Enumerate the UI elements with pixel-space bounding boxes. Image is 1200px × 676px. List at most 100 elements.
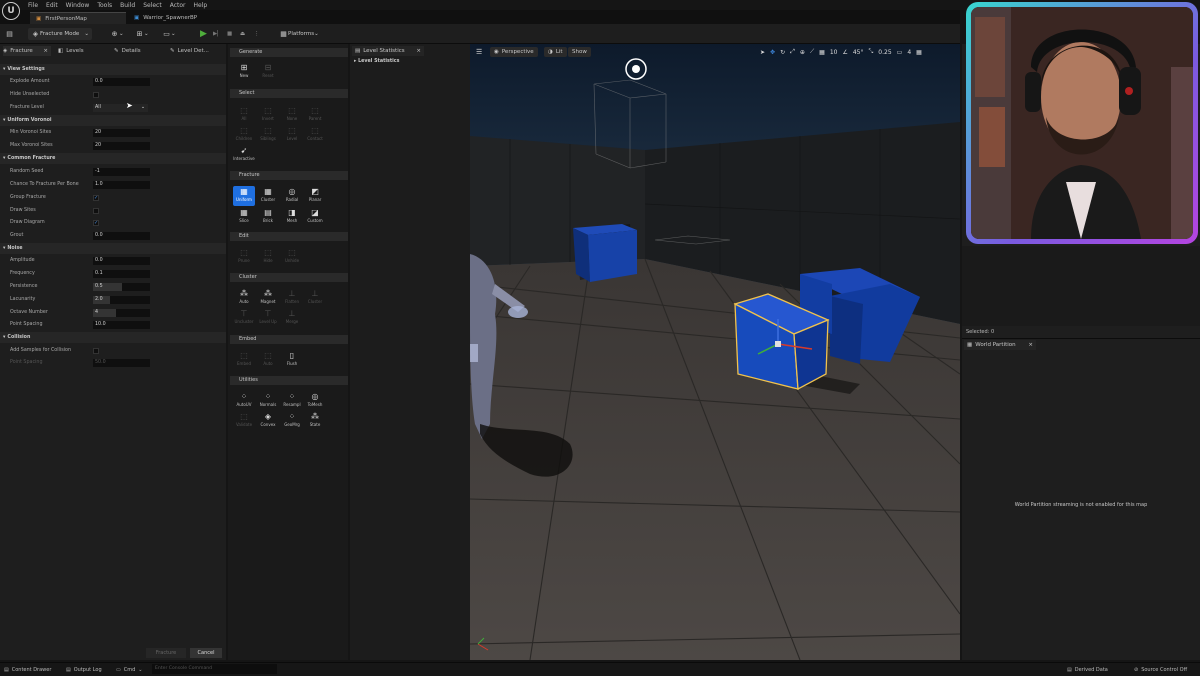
tool-level[interactable]: ⬚ Level: [281, 125, 303, 145]
min-sites-input[interactable]: 20: [93, 129, 150, 137]
close-icon[interactable]: ×: [416, 48, 421, 54]
perspective-button[interactable]: ◉ Perspective: [490, 47, 538, 57]
section-collision[interactable]: ▾ Collision: [0, 332, 226, 343]
tool-uniform[interactable]: ▦ Uniform: [233, 186, 255, 206]
tab-levels[interactable]: ◧ Levels: [58, 46, 84, 56]
tool-children[interactable]: ⬚ Children: [233, 125, 255, 145]
explode-amount-input[interactable]: 0.0: [93, 78, 150, 86]
tool-auto-uv[interactable]: ⁘ AutoUV: [233, 391, 255, 411]
tool-radial[interactable]: ◎ Radial: [281, 186, 303, 206]
tool-invert[interactable]: ⬚ Invert: [257, 105, 279, 125]
tool-embed[interactable]: ⬚ Embed: [233, 350, 255, 370]
close-icon[interactable]: ×: [1028, 342, 1033, 348]
fracture-level-dropdown[interactable]: All ⌄: [93, 104, 148, 112]
tool-parent[interactable]: ⬚ Parent: [304, 105, 326, 125]
tool-flatten[interactable]: ⊥ Flatten: [281, 288, 303, 308]
menu-tools[interactable]: Tools: [97, 2, 112, 9]
select-mode-icon[interactable]: ➤: [760, 49, 765, 56]
frequency-input[interactable]: 0.1: [93, 270, 150, 278]
tool-section-edit[interactable]: Edit: [230, 232, 348, 241]
section-view-settings[interactable]: ▾ View Settings: [0, 64, 226, 75]
tool-level-up[interactable]: ⊤ Level Up: [257, 308, 279, 328]
grid-snap-icon[interactable]: ▦: [819, 49, 825, 56]
tool-section-utilities[interactable]: Utilities: [230, 376, 348, 385]
hide-unselected-checkbox[interactable]: [93, 92, 99, 98]
step-icon[interactable]: ▶▏: [213, 28, 221, 40]
tab-world-partition[interactable]: ▦ World Partition ×: [964, 340, 1036, 350]
chance-input[interactable]: 1.0: [93, 181, 150, 189]
cancel-button[interactable]: Cancel: [190, 648, 222, 658]
level-statistics-item[interactable]: ▸ Level Statistics: [354, 59, 400, 64]
menu-select[interactable]: Select: [143, 2, 162, 9]
console-input[interactable]: Enter Console Command: [152, 664, 277, 674]
add-samples-checkbox[interactable]: [93, 348, 99, 354]
menu-file[interactable]: File: [28, 2, 38, 9]
content-drawer-button[interactable]: ▤ Content Drawer: [4, 665, 51, 674]
tool-unhide[interactable]: ⬚ Unhide: [281, 247, 303, 267]
tab-details[interactable]: ✎ Details: [114, 46, 141, 56]
fracture-button[interactable]: Fracture: [146, 648, 186, 658]
section-uniform-voronoi[interactable]: ▾ Uniform Voronoi: [0, 115, 226, 126]
menu-window[interactable]: Window: [66, 2, 90, 9]
world-local-icon[interactable]: ⊕: [800, 49, 805, 56]
tool-new[interactable]: ⊞ New: [233, 62, 255, 82]
tool-normals[interactable]: ⁘ Normals: [257, 391, 279, 411]
tool-resample[interactable]: ⁘ Resampl: [281, 391, 303, 411]
level-viewport[interactable]: [470, 44, 960, 660]
tab-first-person-map[interactable]: ▣ FirstPersonMap: [30, 12, 126, 24]
random-seed-input[interactable]: -1: [93, 168, 150, 176]
tool-section-fracture[interactable]: Fracture: [230, 171, 348, 180]
tool-brick[interactable]: ▤ Brick: [257, 207, 279, 227]
platforms-button[interactable]: ▦ Platforms ⌄: [276, 28, 322, 40]
tool-contact[interactable]: ⬚ Contact: [304, 125, 326, 145]
lacunarity-slider[interactable]: 2.0: [93, 296, 150, 304]
tab-warrior-spawner[interactable]: ▣ Warrior_SpawnerBP: [128, 12, 218, 24]
play-icon[interactable]: ▶: [200, 28, 207, 40]
draw-diagram-checkbox[interactable]: ✓: [93, 220, 99, 226]
blueprint-menu-icon[interactable]: ⊞ ⌄: [135, 28, 149, 40]
menu-actor[interactable]: Actor: [170, 2, 186, 9]
tool-siblings[interactable]: ⬚ Siblings: [257, 125, 279, 145]
layout-icon[interactable]: ▦: [916, 49, 922, 56]
tool-flush[interactable]: ▯ Flush: [281, 350, 303, 370]
surface-snap-icon[interactable]: ⟋: [810, 48, 814, 56]
section-common-fracture[interactable]: ▾ Common Fracture: [0, 153, 226, 164]
draw-sites-checkbox[interactable]: [93, 208, 99, 214]
tool-section-select[interactable]: Select: [230, 89, 348, 98]
rotate-icon[interactable]: ↻: [780, 49, 785, 56]
tool-planar[interactable]: ◩ Planar: [304, 186, 326, 206]
tool-section-generate[interactable]: Generate: [230, 48, 348, 57]
tool-select-all[interactable]: ⬚ All: [233, 105, 255, 125]
add-content-icon[interactable]: ⊕ ⌄: [110, 28, 124, 40]
tab-fracture[interactable]: ◈ Fracture ×: [3, 46, 51, 56]
octave-slider[interactable]: 4: [93, 309, 150, 317]
menu-edit[interactable]: Edit: [46, 2, 58, 9]
amplitude-input[interactable]: 0.0: [93, 257, 150, 265]
max-sites-input[interactable]: 20: [93, 142, 150, 150]
viewport-menu-icon[interactable]: ☰: [476, 48, 482, 56]
rotation-snap-icon[interactable]: ∠: [842, 49, 847, 56]
translate-icon[interactable]: ✥: [770, 49, 775, 56]
more-icon[interactable]: ⋮: [254, 28, 260, 40]
close-icon[interactable]: ×: [43, 48, 48, 54]
tool-section-embed[interactable]: Embed: [230, 335, 348, 344]
stop-icon[interactable]: ■: [227, 28, 232, 40]
tool-cluster[interactable]: ⊥ Cluster: [304, 288, 326, 308]
scale-icon[interactable]: ⤢: [790, 48, 795, 56]
mode-selector[interactable]: ◈ Fracture Mode ⌄: [28, 28, 92, 40]
tool-auto-embed[interactable]: ⬚ Auto: [257, 350, 279, 370]
tool-interactive[interactable]: ➹ Interactive: [233, 145, 255, 165]
tool-cluster-fracture[interactable]: ▦ Cluster: [257, 186, 279, 206]
tool-section-cluster[interactable]: Cluster: [230, 273, 348, 282]
tool-validate[interactable]: ⬚ Validate: [233, 411, 255, 431]
tool-slice[interactable]: ▦ Slice: [233, 207, 255, 227]
camera-speed-icon[interactable]: ▭: [897, 49, 903, 56]
show-button[interactable]: Show: [568, 47, 591, 57]
source-control-button[interactable]: ⊘ Source Control Off: [1134, 665, 1187, 674]
tool-reset[interactable]: ⊟ Reset: [257, 62, 279, 82]
cmd-dropdown[interactable]: ▭ Cmd ⌄: [116, 665, 142, 674]
point-spacing-input[interactable]: 10.0: [93, 321, 150, 329]
lit-button[interactable]: ◑ Lit: [544, 47, 567, 57]
tool-none[interactable]: ⬚ None: [281, 105, 303, 125]
tool-auto-cluster[interactable]: ⁂ Auto: [233, 288, 255, 308]
